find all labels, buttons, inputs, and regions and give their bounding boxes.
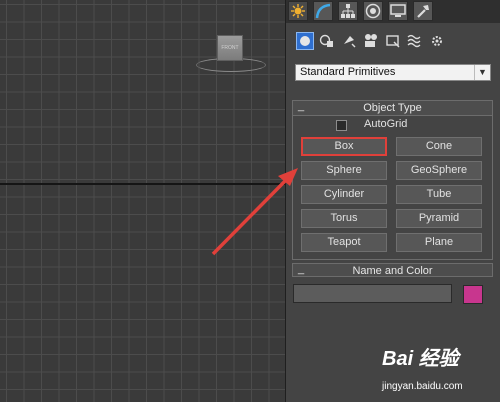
- collapse-icon[interactable]: _: [298, 99, 304, 113]
- pyramid-button[interactable]: Pyramid: [396, 209, 482, 228]
- name-color-header[interactable]: _ Name and Color: [292, 263, 493, 277]
- tab-motion[interactable]: [363, 1, 383, 21]
- autogrid-checkbox[interactable]: [336, 120, 347, 131]
- geosphere-button[interactable]: GeoSphere: [396, 161, 482, 180]
- modify-icon: [315, 3, 331, 19]
- object-name-field[interactable]: [293, 284, 452, 303]
- category-helpers[interactable]: [384, 32, 402, 52]
- watermark-logo: Bai 经验: [382, 348, 459, 370]
- lights-icon: [344, 36, 356, 48]
- sphere-button[interactable]: Sphere: [301, 161, 387, 180]
- torus-button[interactable]: Torus: [301, 209, 387, 228]
- category-systems[interactable]: [428, 32, 446, 52]
- tab-hierarchy[interactable]: [338, 1, 358, 21]
- world-axis-line: [0, 183, 285, 185]
- object-type-rollout: _ Object Type AutoGrid Box Cone Sphere G…: [292, 100, 493, 260]
- geometry-icon: [296, 32, 314, 50]
- watermark-url: jingyan.baidu.com: [382, 381, 463, 392]
- tab-utilities[interactable]: [413, 1, 433, 21]
- space-warps-icon: [407, 34, 421, 48]
- cameras-icon: [365, 34, 377, 47]
- shapes-icon: [319, 34, 333, 47]
- systems-icon: [432, 36, 442, 46]
- object-color-swatch[interactable]: [463, 285, 483, 304]
- collapse-icon[interactable]: _: [298, 262, 304, 276]
- tube-button[interactable]: Tube: [396, 185, 482, 204]
- dropdown-selected-value: Standard Primitives: [300, 66, 396, 78]
- utilities-icon: [417, 5, 429, 18]
- object-category-row: [294, 32, 494, 54]
- helpers-icon: [386, 35, 400, 48]
- category-cameras[interactable]: [362, 32, 380, 52]
- object-type-header[interactable]: _ Object Type: [293, 99, 492, 116]
- watermark: Bai 经验 jingyan.baidu.com: [382, 347, 494, 399]
- category-lights[interactable]: [340, 32, 358, 52]
- autogrid-label: AutoGrid: [364, 118, 408, 130]
- display-icon: [390, 4, 406, 17]
- chevron-down-icon[interactable]: ▼: [474, 65, 490, 80]
- viewcube[interactable]: FRONT: [217, 35, 243, 61]
- plane-button[interactable]: Plane: [396, 233, 482, 252]
- category-shapes[interactable]: [318, 32, 336, 52]
- tab-display[interactable]: [388, 1, 408, 21]
- object-type-title: Object Type: [363, 102, 422, 114]
- command-panel-tabs: [286, 0, 500, 23]
- hierarchy-icon: [341, 4, 355, 18]
- box-button[interactable]: Box: [301, 137, 387, 156]
- viewcube-label: FRONT: [221, 45, 239, 51]
- tab-create[interactable]: [288, 1, 308, 21]
- cylinder-button[interactable]: Cylinder: [301, 185, 387, 204]
- viewport-front[interactable]: FRONT: [0, 0, 285, 402]
- command-panel: Standard Primitives ▼ _ Object Type Auto…: [285, 0, 500, 402]
- motion-icon: [365, 3, 381, 19]
- tab-modify[interactable]: [313, 1, 333, 21]
- cone-button[interactable]: Cone: [396, 137, 482, 156]
- object-category-dropdown[interactable]: Standard Primitives ▼: [295, 64, 491, 81]
- name-color-title: Name and Color: [352, 265, 433, 277]
- category-space-warps[interactable]: [406, 32, 424, 52]
- category-geometry[interactable]: [296, 32, 314, 52]
- teapot-button[interactable]: Teapot: [301, 233, 387, 252]
- create-icon: [291, 4, 305, 18]
